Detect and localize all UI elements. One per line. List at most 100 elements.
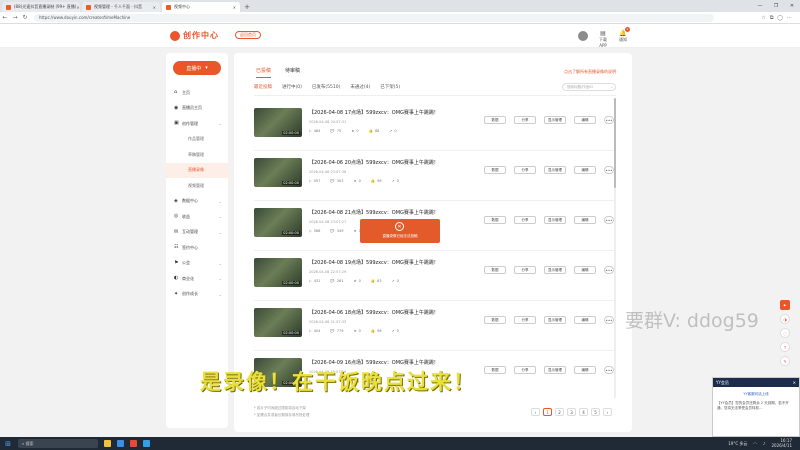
sidebar-item[interactable]: ▣ 创作管理 ⌄ [166, 116, 228, 132]
sidebar-item[interactable]: ⚑ 公会 ⌄ [166, 256, 228, 272]
live-button[interactable]: 直播中 ▾ [173, 61, 221, 75]
sidebar-item[interactable]: 作品管理 [166, 132, 228, 148]
page-button[interactable]: 4 [579, 408, 588, 416]
file-explorer-icon[interactable] [104, 440, 111, 447]
chat-icon[interactable]: ◌ [780, 328, 790, 338]
wifi-icon[interactable]: ◠ [753, 441, 757, 446]
reload-icon[interactable]: ↻ [20, 14, 30, 21]
more-button[interactable]: ••• [604, 166, 614, 174]
edit-button[interactable]: 编辑 [574, 266, 596, 274]
data-button[interactable]: 数据 [484, 166, 506, 174]
edge-icon[interactable] [117, 440, 124, 447]
minimize-button[interactable]: — [752, 0, 768, 12]
data-button[interactable]: 数据 [484, 266, 506, 274]
sidebar-item[interactable]: ◎ 收益 ⌄ [166, 209, 228, 225]
sidebar-item[interactable]: ✉ 互动管理 ⌄ [166, 225, 228, 241]
star-icon[interactable]: ☆ [761, 15, 765, 21]
video-title[interactable]: 【2026-04-08 17点场】599zxcv：OMG赛事上午跳跳! [309, 109, 436, 116]
browser-tab-active[interactable]: 视频中心 ✕ [162, 2, 240, 12]
extensions-icon[interactable]: ⧉ [770, 15, 774, 21]
filter-rejected[interactable]: 未通过(4) [350, 84, 370, 90]
display-manage-button[interactable]: 显示管理 [544, 266, 566, 274]
app-icon[interactable] [130, 440, 137, 447]
feedback-icon[interactable]: ✎ [780, 356, 790, 366]
avatar[interactable] [578, 31, 588, 41]
back-home-button[interactable]: 返回首页 [235, 31, 261, 39]
maximize-button[interactable]: ❐ [768, 0, 784, 12]
search-icon[interactable]: ⌕ [611, 85, 613, 89]
display-manage-button[interactable]: 显示管理 [544, 366, 566, 374]
url-input[interactable]: https://www.douyin.com/creator/timeMachi… [34, 13, 714, 22]
close-icon[interactable]: ✕ [793, 380, 796, 385]
search-input[interactable]: 搜索标题/作品ID ⌕ [562, 83, 616, 91]
tab-pending[interactable]: 待审稿 [285, 67, 300, 78]
display-manage-button[interactable]: 显示管理 [544, 166, 566, 174]
display-manage-button[interactable]: 显示管理 [544, 316, 566, 324]
data-button[interactable]: 数据 [484, 316, 506, 324]
video-thumbnail[interactable]: 02:00:00 [254, 208, 302, 237]
close-icon[interactable]: ✕ [233, 5, 236, 10]
volume-icon[interactable]: ♪ [763, 441, 766, 446]
top-arrow-icon[interactable]: ↑ [780, 342, 790, 352]
profile-icon[interactable]: ◯ [777, 15, 783, 21]
sidebar-item[interactable]: 直播录像 [166, 162, 228, 178]
data-button[interactable]: 数据 [484, 216, 506, 224]
prev-page-button[interactable]: ‹ [531, 408, 540, 416]
sidebar-item[interactable]: ◈ 数据中心 ⌄ [166, 194, 228, 210]
display-manage-button[interactable]: 显示管理 [544, 116, 566, 124]
back-arrow-icon[interactable]: ← [0, 14, 10, 21]
windows-start-icon[interactable]: ⊞ [2, 440, 14, 448]
page-button[interactable]: 2 [555, 408, 564, 416]
headset-icon[interactable]: ◑ [780, 314, 790, 324]
share-button[interactable]: 分享 [514, 216, 536, 224]
video-title[interactable]: 【2026-04-09 16点场】599zxcv：OMG赛事上午跳跳! [309, 359, 436, 366]
close-window-button[interactable]: ✕ [784, 0, 800, 12]
data-button[interactable]: 数据 [484, 116, 506, 124]
more-button[interactable]: ••• [604, 316, 614, 324]
app-icon[interactable] [143, 440, 150, 447]
video-thumbnail[interactable]: 02:00:00 [254, 258, 302, 287]
forward-arrow-icon[interactable]: → [10, 14, 20, 21]
share-button[interactable]: 分享 [514, 366, 536, 374]
edit-button[interactable]: 编辑 [574, 316, 596, 324]
scrollbar-thumb[interactable] [614, 98, 616, 188]
help-link[interactable]: 点击了解所有直播录像的说明 [564, 69, 616, 75]
sidebar-item[interactable]: ◉ 直播员主页 [166, 101, 228, 117]
page-button[interactable]: 1 [543, 408, 552, 416]
video-thumbnail[interactable]: 02:00:00 [254, 108, 302, 137]
more-button[interactable]: ••• [604, 266, 614, 274]
tab-submitted[interactable]: 已投稿 [256, 67, 272, 78]
close-icon[interactable]: ✕ [395, 222, 404, 231]
share-button[interactable]: 分享 [514, 316, 536, 324]
video-title[interactable]: 【2026-04-08 19点场】599zxcv：OMG赛事上午跳跳! [309, 259, 436, 266]
video-title[interactable]: 【2026-04-06 20点场】599zxcv：OMG赛事上午跳跳! [309, 159, 436, 166]
edit-button[interactable]: 编辑 [574, 216, 596, 224]
next-page-button[interactable]: › [603, 408, 612, 416]
filter-recent[interactable]: 最近投稿 [254, 84, 272, 90]
menu-icon[interactable]: ⋯ [787, 15, 792, 21]
more-button[interactable]: ••• [604, 366, 614, 374]
page-button[interactable]: 3 [567, 408, 576, 416]
download-app-button[interactable]: ▤ 下载APP [596, 30, 610, 48]
sidebar-item[interactable]: 视频管理 [166, 178, 228, 194]
edit-button[interactable]: 编辑 [574, 116, 596, 124]
edit-button[interactable]: 编辑 [574, 366, 596, 374]
more-button[interactable]: ••• [604, 116, 614, 124]
page-button[interactable]: 5 [591, 408, 600, 416]
close-icon[interactable]: ✕ [76, 5, 79, 10]
sidebar-item[interactable]: ⌂ 主页 [166, 85, 228, 101]
sidebar-item[interactable]: ✦ 创作成长 ⌄ [166, 287, 228, 303]
share-button[interactable]: 分享 [514, 166, 536, 174]
taskbar-search[interactable]: ⌕ 搜索 [18, 439, 98, 448]
close-icon[interactable]: ✕ [153, 5, 156, 10]
share-button[interactable]: 分享 [514, 266, 536, 274]
browser-tab[interactable]: (88)光速抖音直播录制 (99+ 直播) ✕ [2, 2, 80, 12]
sidebar-item[interactable]: ◐ 商业化 ⌄ [166, 271, 228, 287]
sidebar-item[interactable]: ☷ 签约中心 [166, 240, 228, 256]
new-tab-button[interactable]: + [242, 2, 252, 12]
video-thumbnail[interactable]: 02:00:00 [254, 158, 302, 187]
site-logo[interactable]: 创作中心 [170, 30, 219, 41]
browser-tab[interactable]: 视频管理 - 千人千面 - 抖音 ✕ [82, 2, 160, 12]
sidebar-item[interactable]: 草稿管理 [166, 147, 228, 163]
video-title[interactable]: 【2026-04-08 21点场】599zxcv：OMG赛事上午跳跳! [309, 209, 436, 216]
